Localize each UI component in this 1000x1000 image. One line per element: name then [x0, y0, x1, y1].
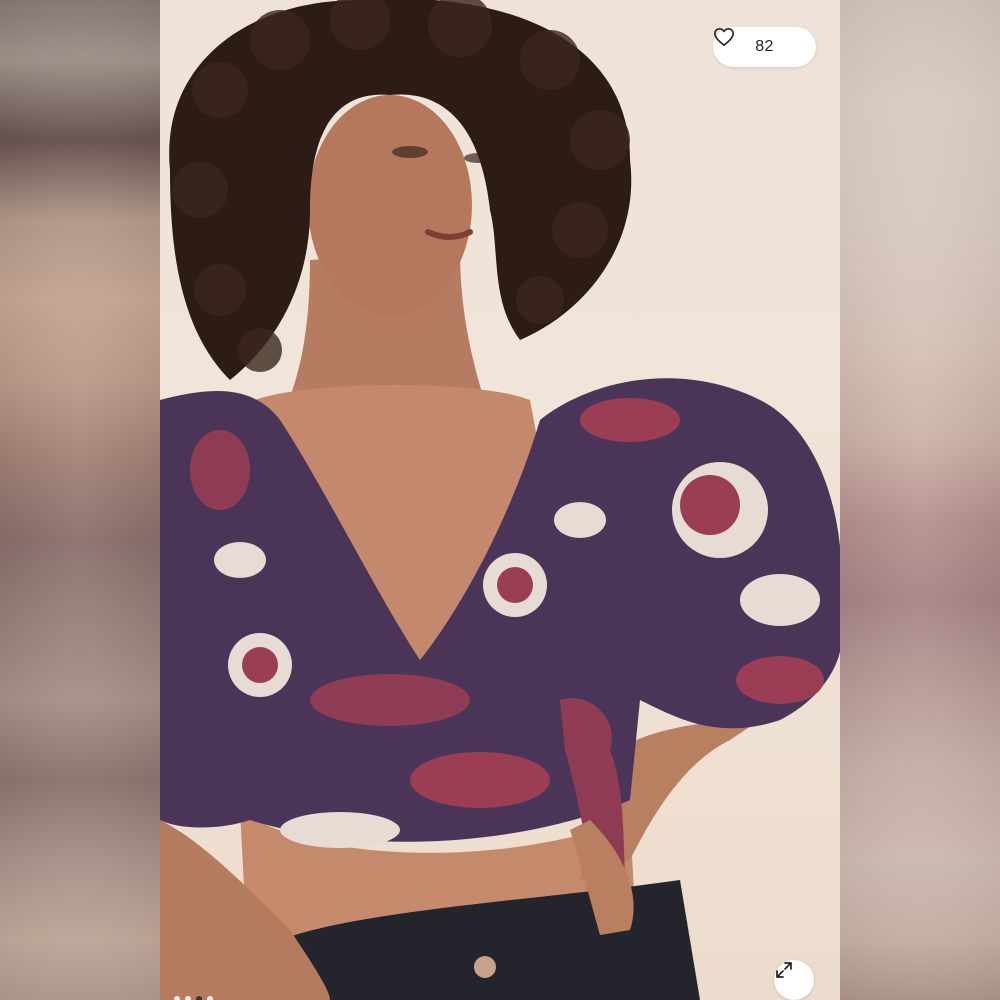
carousel-dot[interactable] — [207, 996, 213, 1000]
jeans-button — [474, 956, 496, 978]
expand-icon — [776, 962, 792, 978]
like-button[interactable]: 82 — [713, 27, 816, 67]
model-illustration — [160, 0, 840, 1000]
blurred-background-right — [840, 0, 1000, 1000]
like-count: 82 — [755, 38, 774, 55]
product-photo[interactable]: 82 — [160, 0, 840, 1000]
carousel-dot-active[interactable] — [196, 996, 202, 1000]
heart-icon — [714, 28, 734, 46]
face — [308, 95, 472, 315]
carousel-dot[interactable] — [174, 996, 180, 1000]
expand-button[interactable] — [774, 960, 814, 1000]
blurred-background-left — [0, 0, 160, 1000]
carousel-dots — [174, 996, 213, 1000]
carousel-dot[interactable] — [185, 996, 191, 1000]
